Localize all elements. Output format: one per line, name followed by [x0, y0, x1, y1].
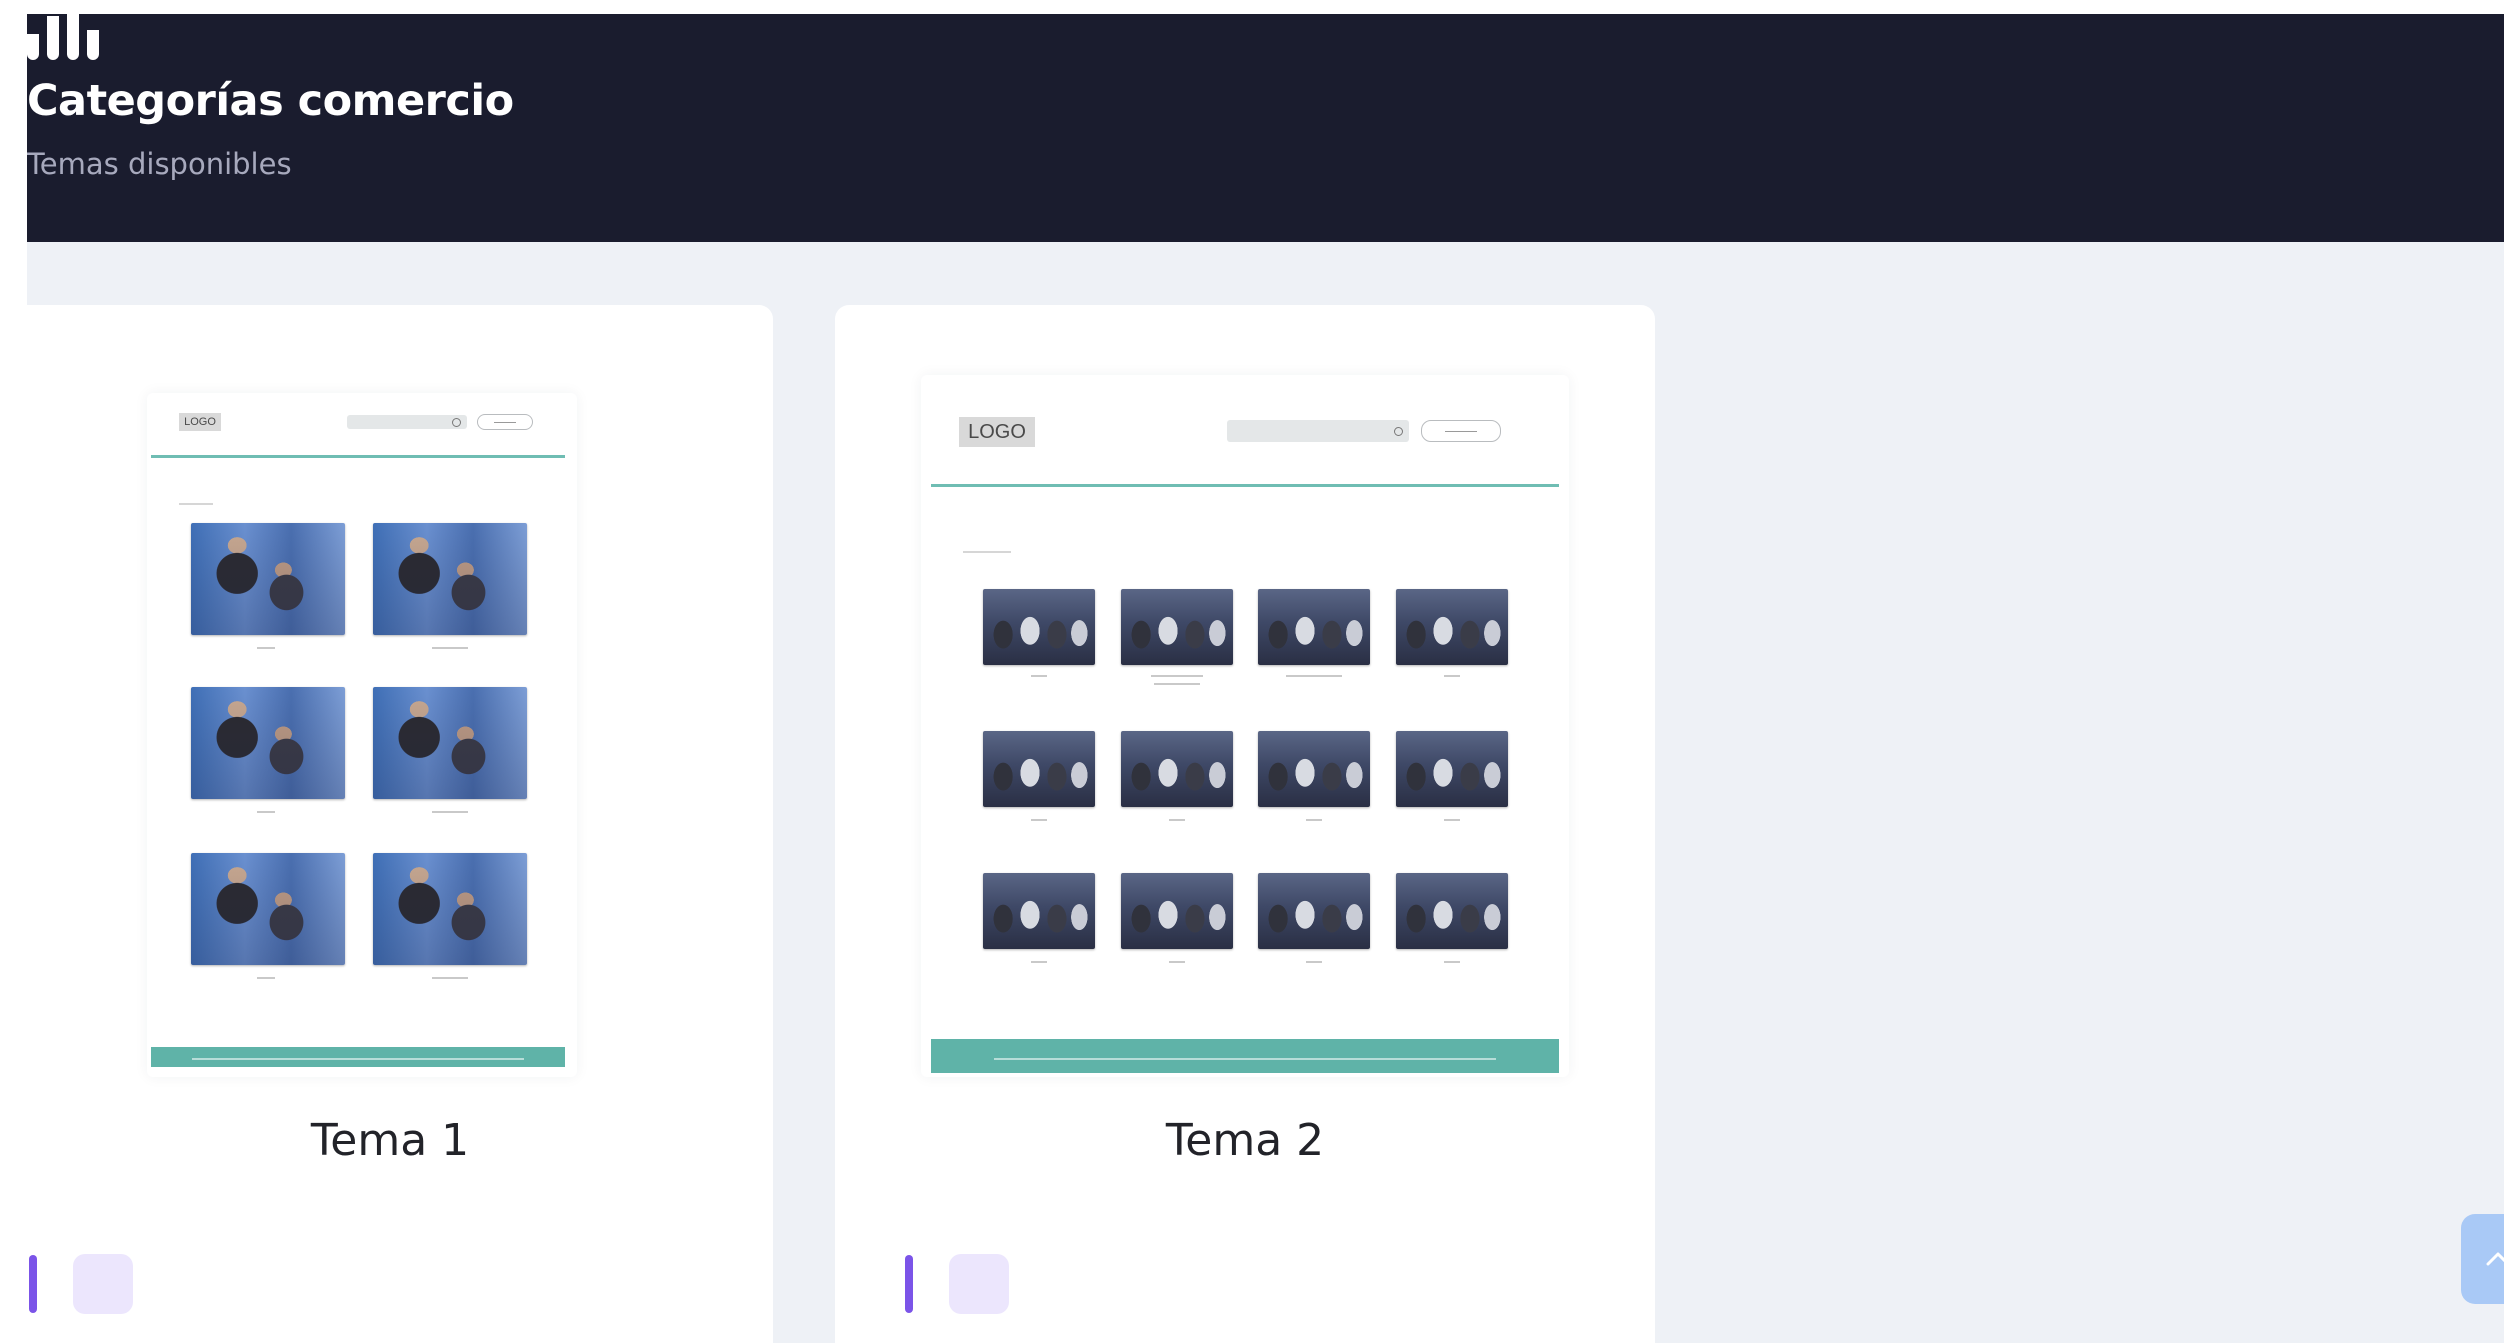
theme-preview-2[interactable]: LOGO — [921, 375, 1569, 1077]
preview-logo: LOGO — [179, 413, 221, 431]
theme-card-2[interactable]: LOGO Tema 2 — [835, 305, 1655, 1343]
preview-product-caption — [1444, 961, 1460, 963]
preview-footer — [151, 1047, 565, 1067]
preview-product-image — [1121, 873, 1233, 949]
preview-product-caption — [257, 977, 275, 979]
preview-product-caption — [1031, 675, 1047, 677]
preview-product-image — [983, 873, 1095, 949]
preview-product-caption — [432, 977, 468, 979]
preview-product-image — [191, 523, 345, 635]
preview-footer — [931, 1039, 1559, 1073]
preview-product-image — [1396, 873, 1508, 949]
bar-chart-icon — [27, 14, 127, 60]
theme-name: Tema 2 — [1165, 1115, 1325, 1166]
preview-product-image — [1258, 589, 1370, 665]
preview-product-caption — [1169, 961, 1185, 963]
card-accent-bar — [29, 1255, 37, 1313]
preview-product-image — [373, 853, 527, 965]
scroll-to-top-button[interactable] — [2461, 1214, 2504, 1304]
preview-section-label — [179, 503, 213, 505]
theme-action-button[interactable] — [73, 1254, 133, 1314]
app-root: Categorías comercio Temas disponibles LO… — [27, 14, 2504, 1343]
preview-product-caption — [257, 647, 275, 649]
preview-product-image — [1258, 731, 1370, 807]
preview-button — [477, 414, 533, 430]
preview-product-caption — [1154, 683, 1200, 685]
preview-product-caption — [257, 811, 275, 813]
preview-search-bar — [347, 415, 467, 429]
theme-preview-1[interactable]: LOGO — [147, 393, 577, 1077]
preview-product-caption — [1286, 675, 1342, 677]
page-subtitle: Temas disponibles — [27, 147, 292, 181]
preview-product-caption — [1444, 675, 1460, 677]
preview-product-image — [1258, 873, 1370, 949]
preview-header-rule — [151, 455, 565, 458]
preview-product-caption — [432, 647, 468, 649]
preview-product-caption — [1031, 961, 1047, 963]
preview-product-image — [1121, 731, 1233, 807]
preview-section-label — [963, 551, 1011, 553]
preview-product-caption — [1031, 819, 1047, 821]
arrow-up-icon — [2486, 1252, 2504, 1266]
theme-name: Tema 1 — [310, 1115, 470, 1166]
preview-product-caption — [432, 811, 468, 813]
preview-product-image — [191, 853, 345, 965]
page-header: Categorías comercio Temas disponibles — [27, 14, 2504, 242]
preview-product-caption — [1151, 675, 1203, 677]
preview-product-image — [1121, 589, 1233, 665]
preview-product-image — [983, 731, 1095, 807]
preview-product-image — [1396, 589, 1508, 665]
page-title: Categorías comercio — [27, 76, 514, 126]
preview-product-image — [373, 523, 527, 635]
preview-product-caption — [1306, 961, 1322, 963]
theme-action-button[interactable] — [949, 1254, 1009, 1314]
preview-header-rule — [931, 484, 1559, 487]
preview-product-caption — [1444, 819, 1460, 821]
preview-logo: LOGO — [959, 417, 1035, 447]
preview-product-caption — [1306, 819, 1322, 821]
card-accent-bar — [905, 1255, 913, 1313]
preview-product-image — [1396, 731, 1508, 807]
preview-button — [1421, 420, 1501, 442]
preview-product-caption — [1169, 819, 1185, 821]
preview-product-image — [983, 589, 1095, 665]
preview-search-bar — [1227, 420, 1409, 442]
theme-card-1[interactable]: LOGO Tema 1 — [27, 305, 773, 1343]
preview-product-image — [373, 687, 527, 799]
preview-product-image — [191, 687, 345, 799]
